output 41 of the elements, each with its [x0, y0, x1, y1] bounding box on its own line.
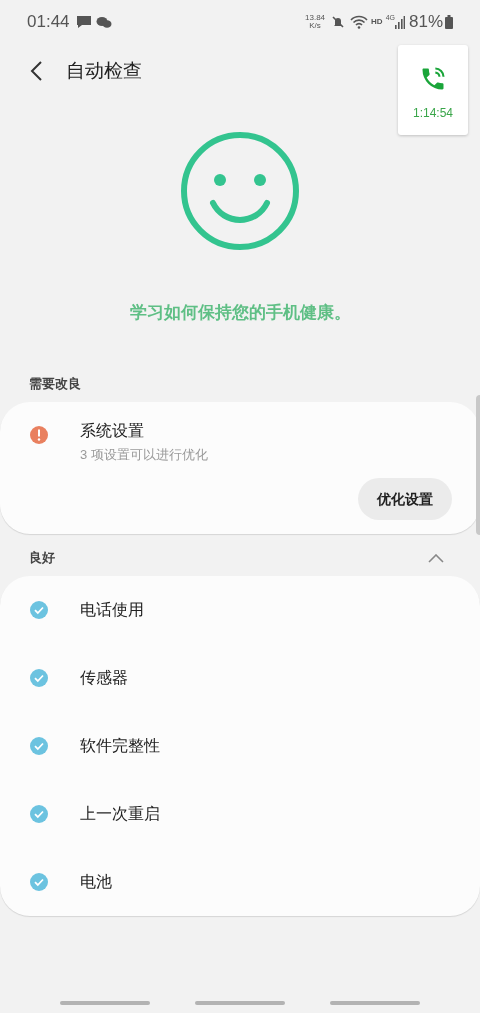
check-item[interactable]: 传感器 [0, 644, 480, 712]
smiley-face-icon [180, 131, 300, 251]
battery-percent: 81% [408, 11, 443, 34]
gesture-hint-bar[interactable] [330, 1001, 420, 1005]
check-item[interactable]: 上一次重启 [0, 780, 480, 848]
item-title: 系统设置 [80, 420, 145, 441]
item-title: 电话使用 [80, 600, 144, 620]
item-title: 电池 [80, 872, 112, 892]
check-circle-icon [30, 601, 48, 619]
gesture-hint-bar[interactable] [195, 1001, 285, 1005]
check-circle-icon [30, 737, 48, 755]
signal-icon [394, 15, 405, 29]
back-icon[interactable] [29, 60, 43, 82]
network-speed: 13.84 K/s [305, 14, 326, 30]
check-item[interactable]: 电池 [0, 848, 480, 916]
clock: 01:44 [27, 11, 70, 34]
health-message: 学习如何保持您的手机健康。 [129, 302, 351, 324]
battery-icon [445, 15, 453, 29]
check-item[interactable]: 软件完整性 [0, 712, 480, 780]
section-header: 需要改良 [29, 374, 81, 393]
check-circle-icon [30, 805, 48, 823]
scrollbar[interactable] [476, 395, 480, 535]
warning-icon [30, 425, 48, 444]
hd-label: HD [371, 16, 383, 28]
item-title: 上一次重启 [80, 804, 160, 824]
check-circle-icon [30, 873, 48, 891]
page-title: 自动检查 [66, 58, 142, 83]
check-circle-icon [30, 669, 48, 687]
item-title: 软件完整性 [80, 736, 160, 756]
wifi-icon [350, 15, 369, 29]
call-duration: 1:14:54 [412, 105, 453, 122]
item-title: 传感器 [80, 668, 128, 688]
gesture-hint-bar[interactable] [60, 1001, 150, 1005]
mute-icon [331, 15, 346, 29]
optimize-button[interactable]: 优化设置 [358, 478, 452, 520]
message-icon [75, 15, 92, 29]
chat-icon [95, 15, 112, 29]
chevron-up-icon[interactable] [428, 553, 444, 563]
check-item[interactable]: 电话使用 [0, 576, 480, 644]
section-header: 良好 [29, 549, 55, 568]
item-subtitle: 3 项设置可以进行优化 [80, 445, 209, 464]
